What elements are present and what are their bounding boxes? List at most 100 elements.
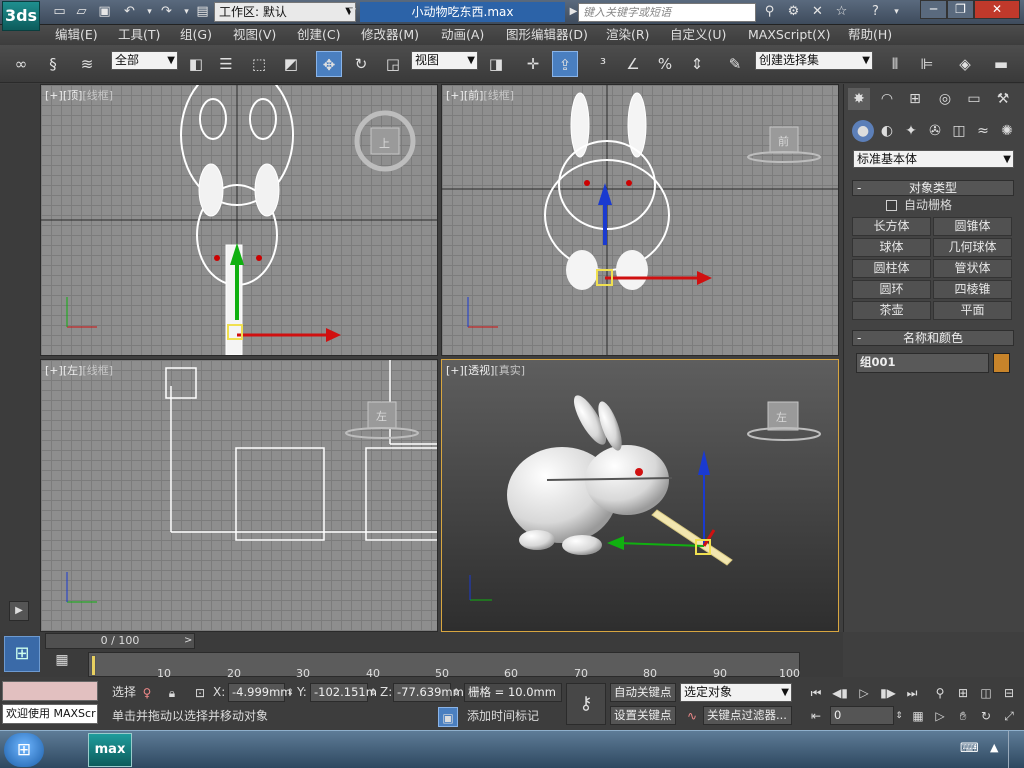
taskbar-3dsmax-icon[interactable]: max	[88, 733, 132, 767]
align-icon[interactable]: ⊫	[914, 51, 940, 77]
lights-icon[interactable]: ✦	[900, 120, 922, 142]
z-coord-input[interactable]: -77.639mm	[393, 683, 464, 702]
viewport-perspective[interactable]: [+][透视][真实] 左	[441, 359, 839, 632]
viewport-shading[interactable]: [线框]	[483, 89, 514, 102]
cone-button[interactable]: 圆锥体	[933, 217, 1012, 236]
close-button[interactable]: ✕	[974, 0, 1020, 19]
communication-icon[interactable]: ✕	[808, 3, 827, 21]
viewport-front-label[interactable]: [+][前][线框]	[446, 87, 514, 103]
geosphere-button[interactable]: 几何球体	[933, 238, 1012, 257]
viewport-name[interactable]: [前]	[464, 89, 484, 102]
viewport-menu[interactable]: [+]	[45, 364, 63, 377]
window-crossing-icon[interactable]: ◩	[278, 51, 304, 77]
maxscript-listener[interactable]: 欢迎使用 MAXScr	[2, 704, 98, 724]
viewport-shading[interactable]: [真实]	[494, 364, 525, 377]
select-rotate-icon[interactable]: ↻	[348, 51, 374, 77]
save-file-icon[interactable]: ▣	[95, 3, 114, 21]
box-button[interactable]: 长方体	[852, 217, 931, 236]
play-icon[interactable]: ▷	[854, 683, 874, 703]
zoom-extents-all-icon[interactable]: ⊟	[999, 683, 1019, 703]
autogrid-checkbox[interactable]	[886, 200, 897, 211]
viewport-shading[interactable]: [线框]	[82, 89, 113, 102]
app-logo-icon[interactable]: 3ds	[2, 1, 40, 31]
previous-frame-icon[interactable]: ◀▮	[830, 683, 850, 703]
pan-hand-icon[interactable]: ✋︎	[953, 706, 973, 726]
key-filters-button[interactable]: 关键点过滤器...	[703, 706, 792, 725]
binoculars-icon[interactable]: ⚲	[760, 3, 779, 21]
zoom-icon[interactable]: ⚲	[930, 683, 950, 703]
time-next-icon[interactable]: >	[184, 633, 196, 649]
unlink-icon[interactable]: §	[40, 51, 66, 77]
menu-rendering[interactable]: 渲染(R)	[606, 25, 649, 45]
minimize-button[interactable]: ─	[920, 0, 947, 19]
object-type-rollout[interactable]: - 对象类型	[852, 180, 1014, 196]
geometry-icon[interactable]: ●	[852, 120, 874, 142]
menu-help[interactable]: 帮助(H)	[848, 25, 892, 45]
absolute-transform-icon[interactable]: ⊡	[190, 683, 210, 703]
auto-key-button[interactable]: 自动关键点	[610, 683, 676, 702]
select-object-icon[interactable]: ◧	[183, 51, 209, 77]
time-tag-icon[interactable]: ▣	[438, 707, 458, 727]
workspace-select[interactable]: 工作区: 默认 ▼	[214, 2, 356, 22]
snap-3d-icon[interactable]: ³	[590, 51, 616, 77]
pyramid-button[interactable]: 四棱锥	[933, 280, 1012, 299]
go-to-end-icon[interactable]: ⏭	[902, 683, 922, 703]
tray-expand-icon[interactable]: ▲	[990, 741, 1004, 759]
orbit-icon[interactable]: ↻	[976, 706, 996, 726]
helpers-icon[interactable]: ◫	[948, 120, 970, 142]
selection-filter-select[interactable]: 全部 ▼	[111, 51, 178, 70]
y-spinner-icon[interactable]: ⇕	[368, 683, 378, 703]
maxscript-mini-listener-top[interactable]	[2, 681, 98, 701]
reference-coord-select[interactable]: 视图 ▼	[411, 51, 478, 70]
viewcube-top-label[interactable]: 上	[379, 137, 390, 150]
teapot-button[interactable]: 茶壶	[852, 301, 931, 320]
select-move-icon[interactable]: ✥	[316, 51, 342, 77]
viewport-menu[interactable]: [+]	[45, 89, 63, 102]
menu-customize[interactable]: 自定义(U)	[670, 25, 726, 45]
new-file-icon[interactable]: ▭	[50, 3, 69, 21]
viewport-layout-icon[interactable]: ⊞	[4, 636, 40, 672]
selection-lock-icon[interactable]: 🔒︎	[162, 683, 182, 703]
key-filter-curve-icon[interactable]: ∿	[682, 706, 702, 726]
viewport-name[interactable]: [左]	[63, 364, 83, 377]
time-cursor[interactable]	[91, 655, 96, 676]
percent-snap-icon[interactable]: %	[652, 51, 678, 77]
object-color-swatch[interactable]	[993, 353, 1010, 373]
menu-create[interactable]: 创建(C)	[297, 25, 340, 45]
display-tab-icon[interactable]: ▭	[963, 88, 985, 110]
search-input[interactable]: 键入关键字或短语	[578, 3, 756, 22]
manipulate-icon[interactable]: ✛	[520, 51, 546, 77]
help-dropdown-icon[interactable]: ▾	[887, 3, 906, 21]
viewcube-front-label[interactable]: 前	[778, 134, 789, 148]
keyboard-shortcut-icon[interactable]: ⇪	[552, 51, 578, 77]
cameras-icon[interactable]: ✇	[924, 120, 946, 142]
current-frame-input[interactable]: 0	[830, 706, 894, 725]
field-of-view-icon[interactable]: ▷	[930, 706, 950, 726]
graphite-toolbar-icon[interactable]: ▬	[988, 51, 1014, 77]
z-spinner-icon[interactable]: ⇕	[451, 683, 461, 703]
select-scale-icon[interactable]: ◲	[380, 51, 406, 77]
name-color-rollout[interactable]: - 名称和颜色	[852, 330, 1014, 346]
object-category-select[interactable]: 标准基本体 ▼	[853, 150, 1014, 168]
viewport-name[interactable]: [顶]	[63, 89, 83, 102]
time-slider[interactable]: 0 / 100	[45, 633, 195, 649]
viewport-left[interactable]: [+][左][线框] 左	[40, 359, 438, 632]
viewport-shading[interactable]: [线框]	[82, 364, 113, 377]
menu-tools[interactable]: 工具(T)	[118, 25, 160, 45]
space-warps-icon[interactable]: ≈	[972, 120, 994, 142]
menu-graph-editors[interactable]: 图形编辑器(D)	[506, 25, 588, 45]
systems-icon[interactable]: ✺	[996, 120, 1018, 142]
expand-arrow-icon[interactable]: ▶	[9, 601, 29, 621]
torus-button[interactable]: 圆环	[852, 280, 931, 299]
favorites-star-icon[interactable]: ☆	[832, 3, 851, 21]
spinner-snap-icon[interactable]: ⇕	[684, 51, 710, 77]
pivot-center-icon[interactable]: ◨	[483, 51, 509, 77]
key-mode-toggle-icon[interactable]: ⇤	[806, 706, 826, 726]
select-by-name-icon[interactable]: ☰	[213, 51, 239, 77]
layer-manager-icon[interactable]: ◈	[952, 51, 978, 77]
viewcube-perspective-label[interactable]: 左	[776, 411, 787, 424]
subscription-icon[interactable]: ⚙	[784, 3, 803, 21]
plane-button[interactable]: 平面	[933, 301, 1012, 320]
start-button-icon[interactable]: ⊞	[4, 733, 44, 767]
create-tab-icon[interactable]: ✸	[848, 88, 870, 110]
